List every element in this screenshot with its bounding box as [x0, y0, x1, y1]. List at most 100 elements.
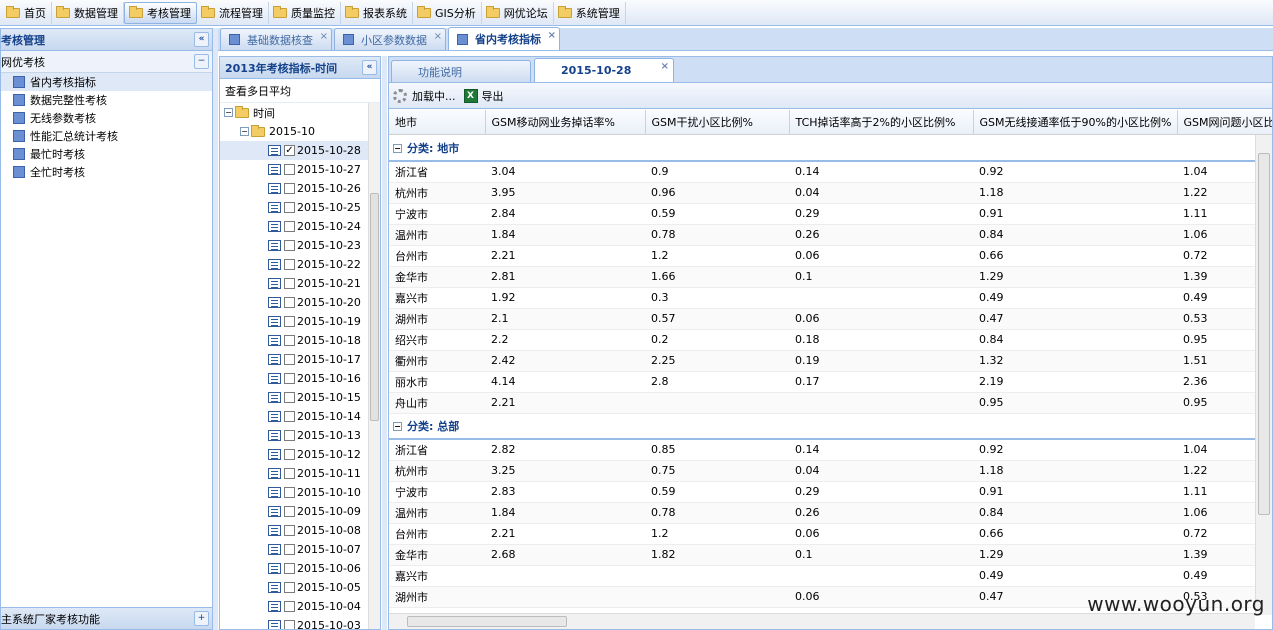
date-checkbox[interactable] — [284, 601, 295, 612]
group-collapse-icon[interactable]: − — [393, 422, 402, 432]
tree-date-node[interactable]: 2015-10-25 — [220, 198, 380, 217]
tree-date-node[interactable]: 2015-10-04 — [220, 597, 380, 616]
nav-item-5[interactable]: 全忙时考核 — [1, 163, 212, 181]
menu-item-5[interactable]: 报表系统 — [341, 1, 413, 24]
menu-item-8[interactable]: 系统管理 — [554, 1, 626, 24]
tree-date-node[interactable]: 2015-10-26 — [220, 179, 380, 198]
group-header-row[interactable]: − 分类: 地市 — [389, 135, 1255, 162]
collapse-tree-icon[interactable]: « — [362, 60, 377, 75]
date-checkbox[interactable] — [284, 487, 295, 498]
date-checkbox[interactable] — [284, 392, 295, 403]
tab-close-icon[interactable]: × — [661, 61, 669, 72]
expand-footer-icon[interactable]: + — [194, 611, 209, 626]
tree-date-node[interactable]: 2015-10-14 — [220, 407, 380, 426]
table-row[interactable]: 温州市 1.84 0.78 0.26 0.84 1.06 — [389, 502, 1255, 524]
table-row[interactable]: 杭州市 3.95 0.96 0.04 1.18 1.22 — [389, 182, 1255, 204]
tree-date-node[interactable]: 2015-10-09 — [220, 502, 380, 521]
menu-item-4[interactable]: 质量监控 — [269, 1, 341, 24]
menu-item-0[interactable]: 首页 — [2, 1, 52, 24]
export-button[interactable]: X 导出 — [463, 88, 504, 104]
date-checkbox[interactable] — [284, 468, 295, 479]
tree-date-node[interactable]: 2015-10-18 — [220, 331, 380, 350]
date-checkbox[interactable] — [284, 278, 295, 289]
date-checkbox[interactable] — [284, 316, 295, 327]
table-row[interactable]: 台州市 2.21 1.2 0.06 0.66 0.72 — [389, 245, 1255, 267]
tree-scroll-thumb[interactable] — [370, 193, 379, 421]
date-checkbox[interactable] — [284, 449, 295, 460]
date-checkbox[interactable] — [284, 563, 295, 574]
table-row[interactable]: 衢州市 2.42 2.25 0.19 1.32 1.51 — [389, 350, 1255, 372]
date-checkbox[interactable] — [284, 183, 295, 194]
tree-toggle-icon[interactable]: − — [240, 127, 249, 136]
tree-date-node[interactable]: 2015-10-08 — [220, 521, 380, 540]
tree-date-node[interactable]: 2015-10-16 — [220, 369, 380, 388]
group-collapse-icon[interactable]: − — [393, 144, 402, 153]
tree-date-node[interactable]: 2015-10-22 — [220, 255, 380, 274]
date-checkbox[interactable] — [284, 354, 295, 365]
tree-month-node[interactable]: − 2015-10 — [220, 122, 380, 141]
date-checkbox[interactable] — [284, 221, 295, 232]
tree-date-node[interactable]: 2015-10-27 — [220, 160, 380, 179]
tree-date-node[interactable]: ✓ 2015-10-28 — [220, 141, 380, 160]
menu-item-2[interactable]: 考核管理 — [124, 1, 197, 24]
column-header[interactable]: 地市 — [389, 110, 486, 134]
date-checkbox[interactable]: ✓ — [284, 145, 295, 156]
table-row[interactable]: 浙江省 2.82 0.85 0.14 0.92 1.04 — [389, 439, 1255, 461]
tree-date-node[interactable]: 2015-10-10 — [220, 483, 380, 502]
table-row[interactable]: 嘉兴市 0.49 0.49 — [389, 565, 1255, 587]
nav-item-2[interactable]: 无线参数考核 — [1, 109, 212, 127]
grid-vertical-scrollbar[interactable] — [1255, 135, 1272, 615]
date-checkbox[interactable] — [284, 202, 295, 213]
date-checkbox[interactable] — [284, 411, 295, 422]
column-header[interactable]: GSM干扰小区比例% — [645, 110, 790, 134]
middle-splitter[interactable] — [382, 56, 387, 630]
tree-scrollbar[interactable] — [368, 103, 380, 629]
tab-close-icon[interactable]: × — [320, 31, 328, 42]
column-header[interactable]: GSM移动网业务掉话率% — [485, 110, 646, 134]
date-checkbox[interactable] — [284, 259, 295, 270]
table-row[interactable]: 宁波市 2.84 0.59 0.29 0.91 1.11 — [389, 203, 1255, 225]
column-header[interactable]: GSM无线接通率低于90%的小区比例% — [973, 110, 1178, 134]
menu-item-1[interactable]: 数据管理 — [52, 1, 124, 24]
column-header[interactable]: GSM网问题小区比例% — [1177, 110, 1272, 134]
nav-group-header[interactable]: 网优考核 − — [1, 51, 212, 73]
tab-close-icon[interactable]: × — [548, 30, 556, 41]
main-tab-0[interactable]: 基础数据核查 × — [220, 28, 332, 50]
menu-item-3[interactable]: 流程管理 — [197, 1, 269, 24]
main-tab-2[interactable]: 省内考核指标 × — [448, 27, 560, 50]
tree-date-node[interactable]: 2015-10-06 — [220, 559, 380, 578]
left-panel-footer[interactable]: 主系统厂家考核功能 + — [1, 607, 212, 629]
multi-day-average-link[interactable]: 查看多日平均 — [220, 79, 380, 103]
report-tab-0[interactable]: 功能说明 — [391, 60, 531, 82]
main-tab-1[interactable]: 小区参数数据 × — [334, 28, 446, 50]
table-row[interactable]: 金华市 2.68 1.82 0.1 1.29 1.39 — [389, 544, 1255, 566]
tab-close-icon[interactable]: × — [434, 31, 442, 42]
nav-item-4[interactable]: 最忙时考核 — [1, 145, 212, 163]
grid-vscroll-thumb[interactable] — [1258, 153, 1270, 515]
tree-date-node[interactable]: 2015-10-03 — [220, 616, 380, 629]
tree-date-node[interactable]: 2015-10-19 — [220, 312, 380, 331]
date-checkbox[interactable] — [284, 544, 295, 555]
table-row[interactable]: 宁波市 2.83 0.59 0.29 0.91 1.11 — [389, 481, 1255, 503]
table-row[interactable]: 温州市 1.84 0.78 0.26 0.84 1.06 — [389, 224, 1255, 246]
menu-item-7[interactable]: 网优论坛 — [482, 1, 554, 24]
grid-hscroll-thumb[interactable] — [407, 616, 567, 627]
date-checkbox[interactable] — [284, 240, 295, 251]
table-row[interactable]: 台州市 2.21 1.2 0.06 0.66 0.72 — [389, 523, 1255, 545]
table-row[interactable]: 嘉兴市 1.92 0.3 0.49 0.49 — [389, 287, 1255, 309]
tree-date-node[interactable]: 2015-10-23 — [220, 236, 380, 255]
menu-item-6[interactable]: GIS分析 — [413, 1, 482, 24]
tree-date-node[interactable]: 2015-10-20 — [220, 293, 380, 312]
date-checkbox[interactable] — [284, 430, 295, 441]
tree-date-node[interactable]: 2015-10-11 — [220, 464, 380, 483]
date-checkbox[interactable] — [284, 582, 295, 593]
report-tab-1[interactable]: 2015-10-28 × — [534, 58, 674, 82]
table-row[interactable]: 湖州市 2.1 0.57 0.06 0.47 0.53 — [389, 308, 1255, 330]
tree-date-node[interactable]: 2015-10-07 — [220, 540, 380, 559]
nav-item-3[interactable]: 性能汇总统计考核 — [1, 127, 212, 145]
tree-date-node[interactable]: 2015-10-05 — [220, 578, 380, 597]
table-row[interactable]: 舟山市 2.21 0.95 0.95 — [389, 392, 1255, 414]
tree-date-node[interactable]: 2015-10-21 — [220, 274, 380, 293]
date-checkbox[interactable] — [284, 164, 295, 175]
table-row[interactable]: 金华市 2.81 1.66 0.1 1.29 1.39 — [389, 266, 1255, 288]
